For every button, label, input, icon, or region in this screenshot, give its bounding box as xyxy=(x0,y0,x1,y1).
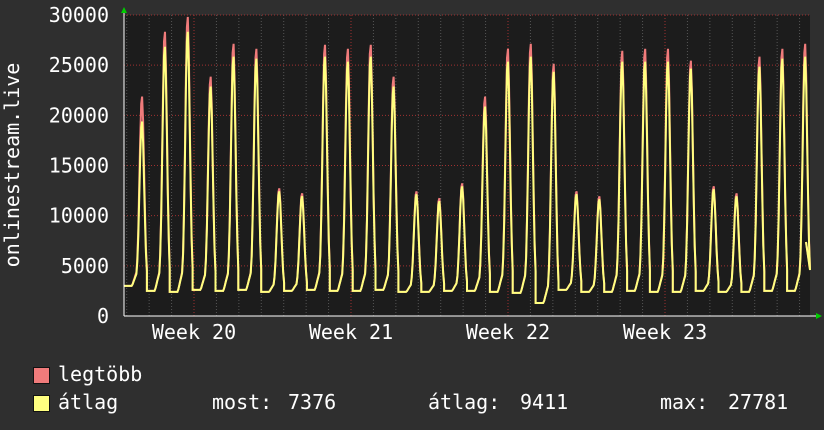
y-axis-label: onlinestream.live xyxy=(0,63,24,268)
x-tick-label: Week 21 xyxy=(309,320,393,344)
stat-atlag-label: átlag: xyxy=(428,390,501,414)
stat-most-value: 7376 xyxy=(288,390,337,414)
x-tick-label: Week 22 xyxy=(466,320,550,344)
stat-max-value: 27781 xyxy=(728,390,789,414)
legend-label-max: legtöbb xyxy=(58,362,143,386)
legend-swatch-avg xyxy=(33,395,50,412)
y-axis-arrow xyxy=(121,7,127,13)
x-tick-label: Week 20 xyxy=(152,320,236,344)
stat-most-label: most: xyxy=(212,390,273,414)
x-tick-label: Week 23 xyxy=(623,320,707,344)
y-tick-label: 20000 xyxy=(49,103,109,127)
y-tick-label: 30000 xyxy=(49,3,109,27)
y-tick-label: 0 xyxy=(97,304,109,328)
x-axis-arrow xyxy=(816,313,822,319)
stat-atlag-value: 9411 xyxy=(520,390,569,414)
y-tick-label: 5000 xyxy=(61,254,109,278)
y-tick-label: 10000 xyxy=(49,204,109,228)
legend-label-avg: átlag xyxy=(58,390,119,414)
legend-swatch-max xyxy=(33,367,50,384)
y-tick-label: 25000 xyxy=(49,53,109,77)
stat-max-label: max: xyxy=(660,390,709,414)
y-tick-label: 15000 xyxy=(49,154,109,178)
